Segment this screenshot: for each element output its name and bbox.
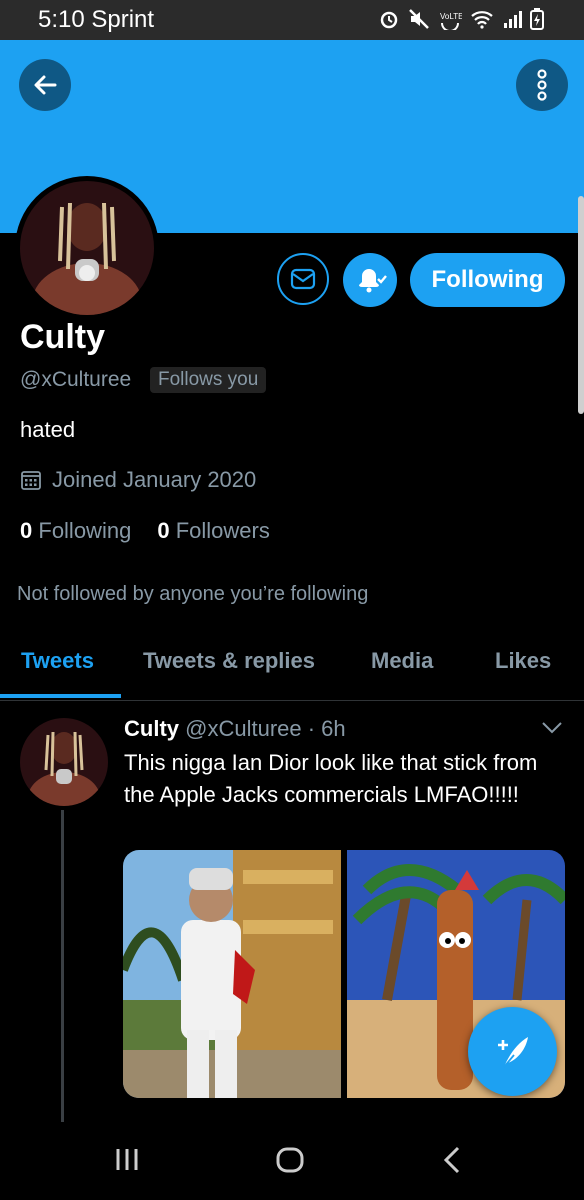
display-name: Culty <box>20 318 105 356</box>
battery-icon <box>530 8 544 30</box>
wifi-icon <box>471 11 493 29</box>
bell-check-icon <box>359 269 387 293</box>
profile-avatar[interactable] <box>15 176 159 320</box>
scrollbar[interactable] <box>578 196 584 414</box>
signal-icon <box>504 11 522 28</box>
alarm-icon <box>380 11 398 29</box>
feather-plus-icon <box>497 1036 528 1068</box>
volte-icon: VoLTE <box>440 12 462 30</box>
tweet-author-name[interactable]: Culty <box>124 716 179 741</box>
calendar-icon <box>21 471 41 490</box>
tab-media[interactable]: Media <box>371 648 433 674</box>
joined-date-row: Joined January 2020 <box>20 467 256 493</box>
tweet-avatar[interactable] <box>20 718 108 806</box>
profile-tabs: Tweets Tweets & replies Media Likes <box>0 634 584 701</box>
active-tab-indicator <box>0 694 121 698</box>
mutual-followers-note: Not followed by anyone you’re following <box>17 583 369 605</box>
arrow-left-icon <box>34 75 57 95</box>
chevron-down-icon <box>542 722 562 734</box>
followers-stat[interactable]: 0 Followers <box>157 518 270 544</box>
back-button[interactable] <box>19 59 71 111</box>
notifications-button[interactable] <box>343 253 397 307</box>
profile-bio: hated <box>20 417 76 442</box>
thread-line <box>61 810 64 1122</box>
more-vertical-icon <box>537 69 547 101</box>
following-label: Following <box>38 518 132 543</box>
status-time: 5:10 Sprint <box>38 6 155 33</box>
more-options-button[interactable] <box>516 59 568 111</box>
tab-tweets[interactable]: Tweets <box>21 648 94 674</box>
avatar-image <box>20 181 154 315</box>
recent-apps-button[interactable] <box>112 1144 142 1179</box>
tweet-header: Culty @xCulturee · 6h <box>124 716 346 742</box>
follows-you-badge: Follows you <box>150 367 267 393</box>
tweet-photo-1[interactable] <box>123 850 341 1098</box>
followers-label: Followers <box>175 518 270 543</box>
status-icons: VoLTE <box>378 8 544 30</box>
svg-text:VoLTE: VoLTE <box>440 12 462 21</box>
follow-stats: 0 Following 0 Followers <box>20 518 270 544</box>
chevron-left-icon <box>443 1146 460 1174</box>
tweet-meta: @xCulturee · 6h <box>185 716 346 741</box>
user-handle: @xCulturee <box>20 368 132 391</box>
followers-count: 0 <box>157 518 170 543</box>
envelope-icon <box>290 268 316 290</box>
message-button[interactable] <box>277 253 329 305</box>
recents-icon <box>116 1149 138 1170</box>
tab-tweets-replies[interactable]: Tweets & replies <box>143 648 315 674</box>
following-count: 0 <box>20 518 33 543</box>
joined-date: Joined January 2020 <box>52 467 257 492</box>
tweet-options-button[interactable] <box>541 721 563 740</box>
following-button[interactable]: Following <box>410 253 565 307</box>
mute-icon <box>409 9 429 29</box>
compose-tweet-button[interactable] <box>468 1007 557 1096</box>
nav-back-button[interactable] <box>440 1144 464 1181</box>
tab-likes[interactable]: Likes <box>495 648 551 674</box>
system-nav-bar <box>0 1122 584 1200</box>
following-stat[interactable]: 0 Following <box>20 518 131 544</box>
tweet-text: This nigga Ian Dior look like that stick… <box>124 750 538 807</box>
home-button[interactable] <box>274 1144 306 1181</box>
home-icon <box>276 1147 304 1173</box>
